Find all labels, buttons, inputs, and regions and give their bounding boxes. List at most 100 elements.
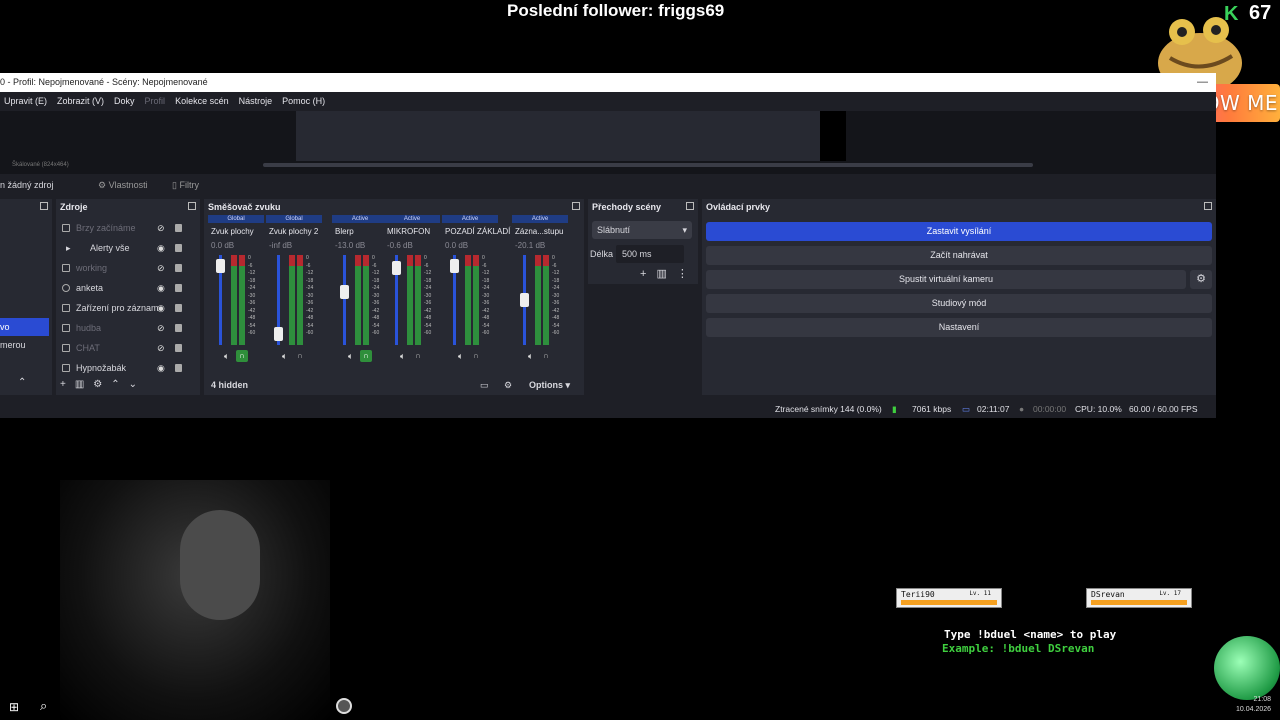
dock-float-icon[interactable] [686,202,694,210]
menu-help[interactable]: Pomoc (H) [282,96,325,106]
scene-up-icon[interactable]: ⌃ [18,377,26,388]
minimize-icon[interactable]: — [1197,73,1208,92]
lock-icon[interactable] [175,224,182,232]
headphones-icon[interactable]: ∩ [236,350,248,362]
source-item[interactable]: Brzy začínáme ⊘ [56,218,194,238]
folder-expand-icon[interactable]: ▸ [66,238,71,258]
source-settings-icon[interactable]: ⚙ [93,379,111,390]
source-item[interactable]: working ⊘ [56,258,194,278]
lock-icon[interactable] [175,324,182,332]
move-down-icon[interactable]: ⌄ [129,379,146,390]
lock-icon[interactable] [175,264,182,272]
source-item[interactable]: CHAT ⊘ [56,338,194,358]
eye-icon[interactable]: ◉ [157,278,165,298]
fader-knob[interactable] [392,261,401,276]
volume-fader[interactable] [343,255,346,345]
menu-edit[interactable]: Upravit (E) [4,96,47,106]
menu-profile[interactable]: Profil [145,96,166,106]
search-icon[interactable]: ⌕ [40,698,47,714]
channel-name[interactable]: Blerp [335,227,354,236]
source-item[interactable]: hudba ⊘ [56,318,194,338]
eye-icon[interactable]: ◉ [157,238,165,258]
windows-start-icon[interactable]: ⊞ [9,700,19,714]
source-item[interactable]: anketa ◉ [56,278,194,298]
media-source-icon [62,324,70,332]
eye-icon[interactable]: ◉ [157,298,165,318]
fader-knob[interactable] [520,293,529,307]
source-item[interactable]: ▸ Alerty vše ◉ [56,238,194,258]
channel-name[interactable]: MIKROFON [387,227,430,236]
lock-icon[interactable] [175,244,182,252]
preview-area[interactable]: Škálované (824x464) [0,111,1216,174]
window-titlebar[interactable]: 0 - Profil: Nepojmenované - Scény: Nepoj… [0,73,1216,92]
speaker-icon[interactable]: 🔈︎ [348,351,353,362]
menu-view[interactable]: Zobrazit (V) [57,96,104,106]
eye-hidden-icon[interactable]: ⊘ [157,258,165,278]
headphones-icon[interactable]: ∩ [470,350,482,362]
start-virtual-camera-button[interactable]: Spustit virtuální kameru [706,270,1186,289]
lock-icon[interactable] [175,364,182,372]
headphones-icon[interactable]: ∩ [540,350,552,362]
channel-name[interactable]: POZADÍ ZÁKLADÍ [445,227,510,236]
speaker-icon[interactable]: 🔈︎ [400,351,405,362]
lock-icon[interactable] [175,284,182,292]
eye-hidden-icon[interactable]: ⊘ [157,318,165,338]
dock-float-icon[interactable] [40,202,48,210]
eye-hidden-icon[interactable]: ⊘ [157,218,165,238]
stop-streaming-button[interactable]: Zastavit vysílání [706,222,1212,241]
duration-input[interactable]: 500 ms [616,245,684,263]
lock-icon[interactable] [175,304,182,312]
eye-icon[interactable]: ◉ [157,358,165,378]
more-icon[interactable]: ⋮ [677,268,698,280]
virtual-camera-settings-icon[interactable]: ⚙ [1190,270,1212,289]
menu-docks[interactable]: Doky [114,96,135,106]
fader-knob[interactable] [340,285,349,300]
properties-button[interactable]: ⚙ Vlastnosti [98,180,148,191]
hidden-count[interactable]: 4 hidden [211,375,248,395]
start-recording-button[interactable]: Začít nahrávat [706,246,1212,265]
mixer-options-button[interactable]: Options ▾ [529,375,570,395]
headphones-icon[interactable]: ∩ [412,350,424,362]
dock-float-icon[interactable] [188,202,196,210]
preview-scrollbar[interactable] [263,163,1033,167]
scene-item-active[interactable]: vo [0,318,49,336]
menu-scene-collection[interactable]: Kolekce scén [175,96,229,106]
transition-select[interactable]: Slábnutí ▾ [592,221,692,239]
add-source-icon[interactable]: + [60,379,75,390]
layout-toggle-icon[interactable]: ▭ [480,375,489,395]
dock-float-icon[interactable] [572,202,580,210]
move-up-icon[interactable]: ⌃ [111,379,128,390]
headphones-icon[interactable]: ∩ [294,350,306,362]
speaker-icon[interactable]: 🔈︎ [282,351,287,362]
filters-button[interactable]: ▯ Filtry [172,180,199,191]
headphones-icon[interactable]: ∩ [360,350,372,362]
fader-knob[interactable] [274,327,283,342]
fader-knob[interactable] [216,258,225,273]
delete-transition-icon[interactable]: ▥ [656,268,676,280]
eye-hidden-icon[interactable]: ⊘ [157,338,165,358]
channel-name[interactable]: Zvuk plochy [211,227,254,236]
obs-taskbar-icon[interactable] [336,698,352,714]
speaker-icon[interactable]: 🔈︎ [458,351,463,362]
transitions-title: Přechody scény [588,199,698,215]
dock-float-icon[interactable] [1204,202,1212,210]
db-scale-tick: -30 [248,292,256,299]
source-item[interactable]: Zařízení pro záznam ◉ [56,298,194,318]
advanced-audio-icon[interactable]: ⚙ [504,375,512,395]
studio-mode-button[interactable]: Studiový mód [706,294,1212,313]
lock-icon[interactable] [175,344,182,352]
add-transition-icon[interactable]: + [640,268,656,280]
menu-tools[interactable]: Nástroje [239,96,273,106]
channel-name[interactable]: Zázna...stupu [515,227,563,236]
taskbar-clock[interactable]: 21:08 10.04.2026 [1236,695,1271,715]
speaker-icon[interactable]: 🔈︎ [224,351,229,362]
delete-source-icon[interactable]: ▥ [75,379,93,390]
settings-button[interactable]: Nastavení [706,318,1212,337]
speaker-icon[interactable]: 🔈︎ [528,351,533,362]
channel-name[interactable]: Zvuk plochy 2 [269,227,318,236]
fader-knob[interactable] [450,258,459,273]
browser-source-icon [62,284,70,292]
db-scale: 0 -6 -12 -18 -24 -30 -36 -42 -48 -54 -60 [372,255,379,338]
scene-item[interactable]: merou [0,340,26,350]
source-item[interactable]: Hypnožabák ◉ [56,358,194,378]
